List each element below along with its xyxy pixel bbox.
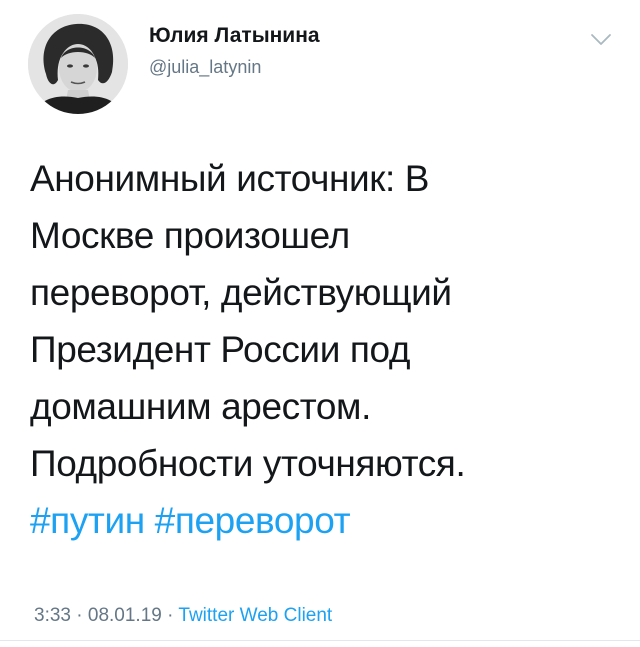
meta-separator: · xyxy=(70,605,88,626)
author-handle[interactable]: @julia_latynin xyxy=(149,57,261,78)
tweet-text-line: домашним арестом. xyxy=(30,386,371,427)
tweet-source[interactable]: Twitter Web Client xyxy=(178,605,332,626)
tweet-meta: 3:33 · 08.01.19 · Twitter Web Client xyxy=(34,605,332,627)
tweet-date[interactable]: 08.01.19 xyxy=(88,605,162,626)
hashtag-row: #путин #переворот xyxy=(30,492,620,549)
author-name[interactable]: Юлия Латынина xyxy=(149,24,320,48)
tweet-text-line: переворот, действующий xyxy=(30,272,452,313)
avatar[interactable] xyxy=(28,14,128,114)
avatar-image xyxy=(28,14,128,114)
hashtag-link[interactable]: #переворот xyxy=(155,500,351,541)
chevron-down-icon[interactable] xyxy=(586,24,616,54)
tweet-text-line: Москве произошел xyxy=(30,215,350,256)
hashtag-link[interactable]: #путин xyxy=(30,500,145,541)
meta-separator: · xyxy=(161,605,179,626)
tweet-time[interactable]: 3:33 xyxy=(34,605,71,626)
tweet-text-line: Подробности уточняются. xyxy=(30,443,466,484)
tweet-text-line: Президент России под xyxy=(30,329,411,370)
tweet-card: Юлия Латынина @julia_latynin Анонимный и… xyxy=(0,0,640,647)
divider xyxy=(0,640,640,641)
tweet-text-line: Анонимный источник: В xyxy=(30,158,430,199)
tweet-text: Анонимный источник: В Москве произошел п… xyxy=(30,150,620,549)
